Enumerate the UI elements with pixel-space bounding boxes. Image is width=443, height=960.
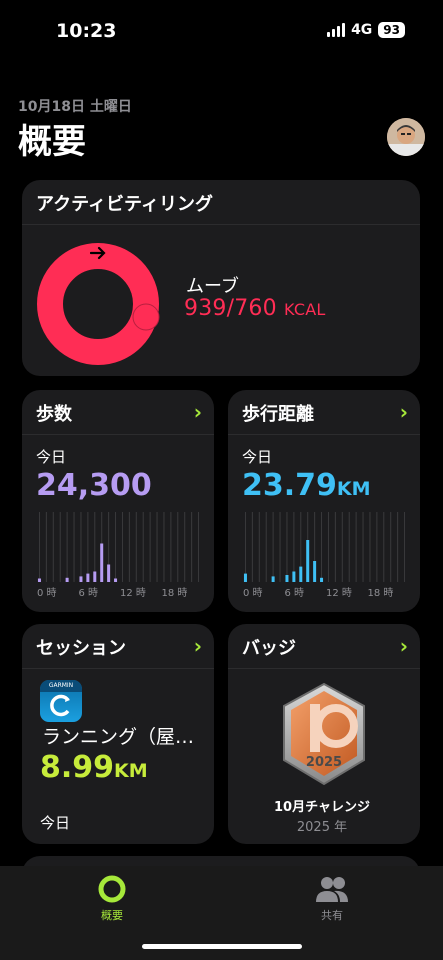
chart-axis-label: 12 時	[120, 587, 146, 599]
chart-bar	[107, 564, 111, 582]
badge-year: 2025 年	[296, 820, 348, 835]
steps-hourly-chart: 0 時 6 時 12 時 18 時	[37, 512, 200, 599]
card-header: アクティビティリング	[22, 180, 420, 225]
chart-axis-label: 0 時	[37, 587, 57, 599]
chart-axis-label: 18 時	[368, 587, 394, 599]
session-date: 今日	[40, 814, 71, 832]
page-title: 概要	[18, 122, 86, 162]
tab-summary-label: 概要	[101, 909, 123, 922]
tab-summary[interactable]: 概要	[80, 874, 144, 923]
avatar[interactable]	[387, 118, 425, 156]
card-title: 歩数	[36, 404, 72, 425]
activity-rings-icon	[98, 875, 126, 903]
chevron-right-icon[interactable]: ›	[400, 634, 408, 658]
chart-bar	[271, 576, 275, 582]
card-title: アクティビティリング	[36, 194, 213, 215]
steps-card[interactable]: 歩数 › 今日 24,300 0 時 6 時 12 時 18 時	[22, 390, 214, 612]
tab-sharing-label: 共有	[321, 909, 343, 922]
home-indicator	[142, 944, 302, 949]
distance-unit: KM	[336, 478, 371, 500]
card-header: セッション ›	[22, 624, 214, 669]
chart-bar	[86, 573, 90, 582]
card-header: バッジ ›	[228, 624, 420, 669]
session-distance: 8.99KM	[40, 750, 148, 785]
tab-sharing[interactable]: 共有	[300, 874, 364, 923]
chart-bar	[65, 577, 69, 582]
october-challenge-badge-icon: 2025	[283, 682, 365, 786]
card-title: 歩行距離	[242, 404, 314, 425]
svg-text:2025: 2025	[306, 755, 342, 770]
chevron-right-icon[interactable]: ›	[194, 400, 202, 424]
chart-bar	[292, 571, 296, 582]
people-icon	[316, 877, 348, 902]
session-distance-number: 8.99	[40, 750, 115, 785]
distance-card[interactable]: 歩行距離 › 今日 23.79KM 0 時 6 時 12 時 18 時	[228, 390, 420, 612]
today-label: 今日	[36, 448, 67, 466]
move-ring	[37, 243, 160, 365]
status-indicators: 4G 93	[327, 22, 405, 38]
status-time: 10:23	[56, 20, 117, 42]
chart-bar	[100, 543, 104, 582]
session-distance-unit: KM	[114, 760, 148, 782]
network-type: 4G	[351, 22, 373, 38]
badge-name: 10月チャレンジ	[274, 800, 370, 815]
card-header: 歩数 ›	[22, 390, 214, 435]
move-value-number: 939/760	[184, 296, 277, 321]
card-title: セッション	[36, 638, 126, 659]
today-label: 今日	[242, 448, 273, 466]
move-unit: KCAL	[284, 300, 326, 319]
chart-bar	[79, 576, 83, 582]
distance-number: 23.79	[242, 468, 337, 503]
chart-bar	[313, 561, 317, 582]
chart-axis-label: 0 時	[243, 587, 263, 599]
distance-value: 23.79KM	[242, 468, 371, 503]
chart-axis-label: 6 時	[79, 587, 99, 599]
current-date: 10月18日 土曜日	[18, 99, 132, 115]
chart-axis-label: 18 時	[162, 587, 188, 599]
session-name: ランニング（屋…	[42, 726, 195, 748]
chart-bar	[93, 571, 97, 582]
chevron-right-icon[interactable]: ›	[400, 400, 408, 424]
chart-bar	[37, 578, 41, 582]
chart-axis-label: 12 時	[326, 587, 352, 599]
chart-bar	[299, 566, 303, 582]
chart-bar	[114, 578, 118, 582]
card-title: バッジ	[242, 638, 296, 659]
cellular-signal-icon	[327, 23, 346, 37]
battery-icon: 93	[378, 22, 405, 38]
move-label: ムーブ	[186, 276, 239, 297]
chevron-right-icon[interactable]: ›	[194, 634, 202, 658]
chart-bar	[320, 577, 324, 582]
distance-hourly-chart: 0 時 6 時 12 時 18 時	[243, 512, 406, 599]
chart-bar	[285, 575, 289, 582]
chart-bar	[243, 573, 247, 582]
arrow-right-icon	[90, 246, 106, 260]
steps-value: 24,300	[36, 468, 152, 503]
move-value: 939/760 KCAL	[184, 296, 325, 321]
chart-axis-label: 6 時	[285, 587, 305, 599]
chart-bar	[306, 540, 310, 582]
card-header: 歩行距離 ›	[228, 390, 420, 435]
garmin-connect-icon: GARMIN	[40, 680, 82, 722]
